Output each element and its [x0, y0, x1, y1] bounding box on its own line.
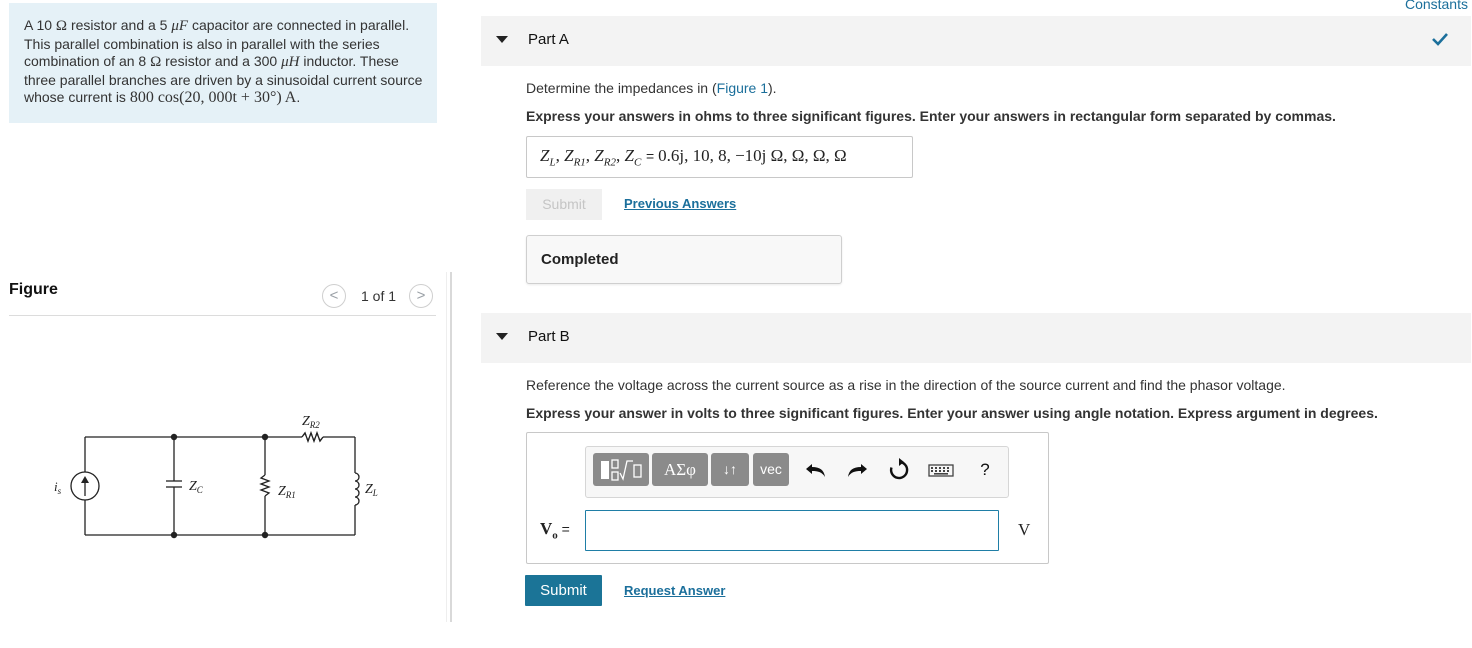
- collapse-caret-icon[interactable]: [496, 333, 508, 340]
- figure-page-count: 1 of 1: [361, 288, 397, 304]
- label-is: is: [54, 479, 62, 496]
- node: [261, 433, 269, 441]
- source-arrow: [81, 476, 89, 483]
- part-a-submit-button[interactable]: Submit: [526, 189, 602, 220]
- part-a-title: Part A: [528, 31, 569, 48]
- math-toolbar: ΑΣφ ↓↑ vec ?: [585, 446, 1009, 498]
- figure-title: Figure: [9, 281, 58, 298]
- figure-1-link[interactable]: Figure 1: [717, 80, 768, 96]
- part-b-answer-editor: ΑΣφ ↓↑ vec ? Vo = V: [526, 432, 1049, 564]
- part-b-submit-button[interactable]: Submit: [525, 575, 602, 606]
- previous-figure-button[interactable]: <: [322, 284, 346, 308]
- greek-symbols-button[interactable]: ΑΣφ: [652, 453, 708, 486]
- part-a-header[interactable]: Part A: [481, 16, 1471, 66]
- label-zl: ZL: [365, 482, 378, 498]
- problem-statement: A 10 Ω resistor and a 5 μF capacitor are…: [9, 3, 437, 123]
- next-figure-button[interactable]: >: [409, 284, 433, 308]
- part-a-instruction: Determine the impedances in (Figure 1).: [526, 80, 777, 96]
- part-a-answer-value: 0.6j, 10, 8, −10j Ω, Ω, Ω, Ω: [658, 146, 847, 165]
- check-icon: [1432, 33, 1448, 46]
- part-a-express: Express your answers in ohms to three si…: [526, 108, 1336, 124]
- subscript-superscript-button[interactable]: ↓↑: [711, 453, 749, 486]
- request-answer-link[interactable]: Request Answer: [624, 583, 725, 598]
- templates-button[interactable]: [593, 453, 649, 486]
- label-zc: ZC: [189, 479, 204, 495]
- help-button[interactable]: ?: [972, 457, 998, 483]
- undo-icon[interactable]: [803, 457, 829, 483]
- reset-icon[interactable]: [886, 457, 912, 483]
- part-a-answer-display: ZL, ZR1, ZR2, ZC = 0.6j, 10, 8, −10j Ω, …: [526, 136, 913, 178]
- inductor-symbol: [354, 472, 360, 506]
- part-b-instruction: Reference the voltage across the current…: [526, 377, 1286, 393]
- panel-divider: [450, 272, 452, 622]
- part-b-header[interactable]: Part B: [481, 313, 1471, 363]
- part-b-express: Express your answer in volts to three si…: [526, 405, 1378, 421]
- redo-icon[interactable]: [844, 457, 870, 483]
- vo-unit: V: [1018, 520, 1031, 539]
- keyboard-icon[interactable]: [926, 457, 956, 483]
- label-zr1: ZR1: [278, 484, 296, 500]
- label-zr2: ZR2: [302, 414, 320, 430]
- vo-label: Vo =: [540, 519, 570, 542]
- figure-header: Figure < 1 of 1 >: [9, 279, 436, 316]
- node: [170, 433, 178, 441]
- node: [261, 531, 269, 539]
- previous-answers-link[interactable]: Previous Answers: [624, 196, 736, 211]
- vector-button[interactable]: vec: [753, 453, 789, 486]
- part-b-title: Part B: [528, 328, 570, 345]
- node: [170, 531, 178, 539]
- collapse-caret-icon[interactable]: [496, 36, 508, 43]
- current-expression: 800 cos(20, 000t + 30°) A: [129, 89, 297, 106]
- circuit-diagram: is ZC ZR1 ZR2 ZL: [54, 414, 378, 539]
- constants-link[interactable]: Constants: [1405, 0, 1468, 12]
- panel-divider-shadow: [446, 272, 447, 622]
- fraction-radical-icon: [601, 459, 642, 481]
- completed-status: Completed: [526, 235, 842, 284]
- resistor-r1-symbol: [259, 474, 271, 497]
- vo-answer-input[interactable]: [585, 510, 999, 551]
